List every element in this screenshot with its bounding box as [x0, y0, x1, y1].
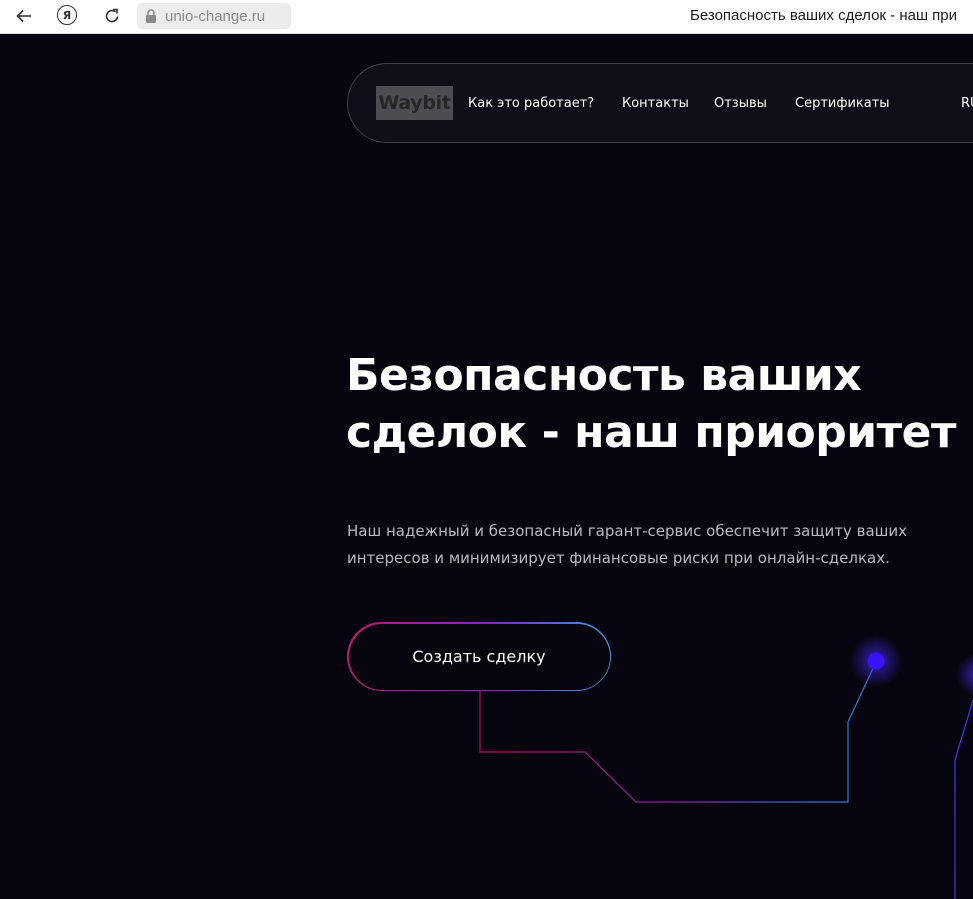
back-arrow-icon[interactable] [13, 5, 35, 27]
circuit-node-glow-2 [956, 653, 973, 697]
nav-link-how-it-works[interactable]: Как это работает? [468, 96, 594, 111]
language-switcher[interactable]: RU [961, 96, 973, 111]
browser-toolbar: Я unio-change.ru Безопасность ваших сдел… [0, 0, 973, 34]
hero-title-line-1: Безопасность ваших [346, 350, 862, 401]
hero-subtitle: Наш надежный и безопасный гарант-сервис … [347, 518, 947, 572]
create-deal-button-label: Создать сделку [348, 623, 610, 690]
nav-link-reviews[interactable]: Отзывы [714, 96, 767, 111]
site-header: Waybit Как это работает? Контакты Отзывы… [347, 63, 973, 143]
circuit-node-glow [850, 635, 902, 687]
hero-subtitle-line-1: Наш надежный и безопасный гарант-сервис … [347, 522, 908, 540]
address-bar[interactable]: unio-change.ru [137, 3, 291, 29]
page-content: Waybit Как это работает? Контакты Отзывы… [0, 35, 973, 899]
hero-title: Безопасность ваших сделок - наш приорите… [346, 347, 966, 461]
circuit-decoration [479, 635, 973, 899]
yandex-icon[interactable]: Я [57, 5, 77, 25]
circuit-node [867, 652, 885, 670]
nav-link-contacts[interactable]: Контакты [622, 96, 689, 111]
circuit-wire-2 [954, 699, 973, 899]
url-text: unio-change.ru [165, 7, 266, 25]
page-title-text: Безопасность ваших сделок - наш при [690, 7, 957, 24]
site-logo[interactable]: Waybit [376, 86, 453, 120]
reload-icon[interactable] [101, 5, 123, 27]
create-deal-button[interactable]: Создать сделку [347, 622, 611, 691]
hero-subtitle-line-2: интересов и минимизирует финансовые риск… [347, 549, 890, 567]
hero-title-line-2: сделок - наш приоритет [346, 407, 956, 458]
lock-icon [137, 9, 165, 23]
nav-link-certificates[interactable]: Сертификаты [795, 96, 890, 111]
